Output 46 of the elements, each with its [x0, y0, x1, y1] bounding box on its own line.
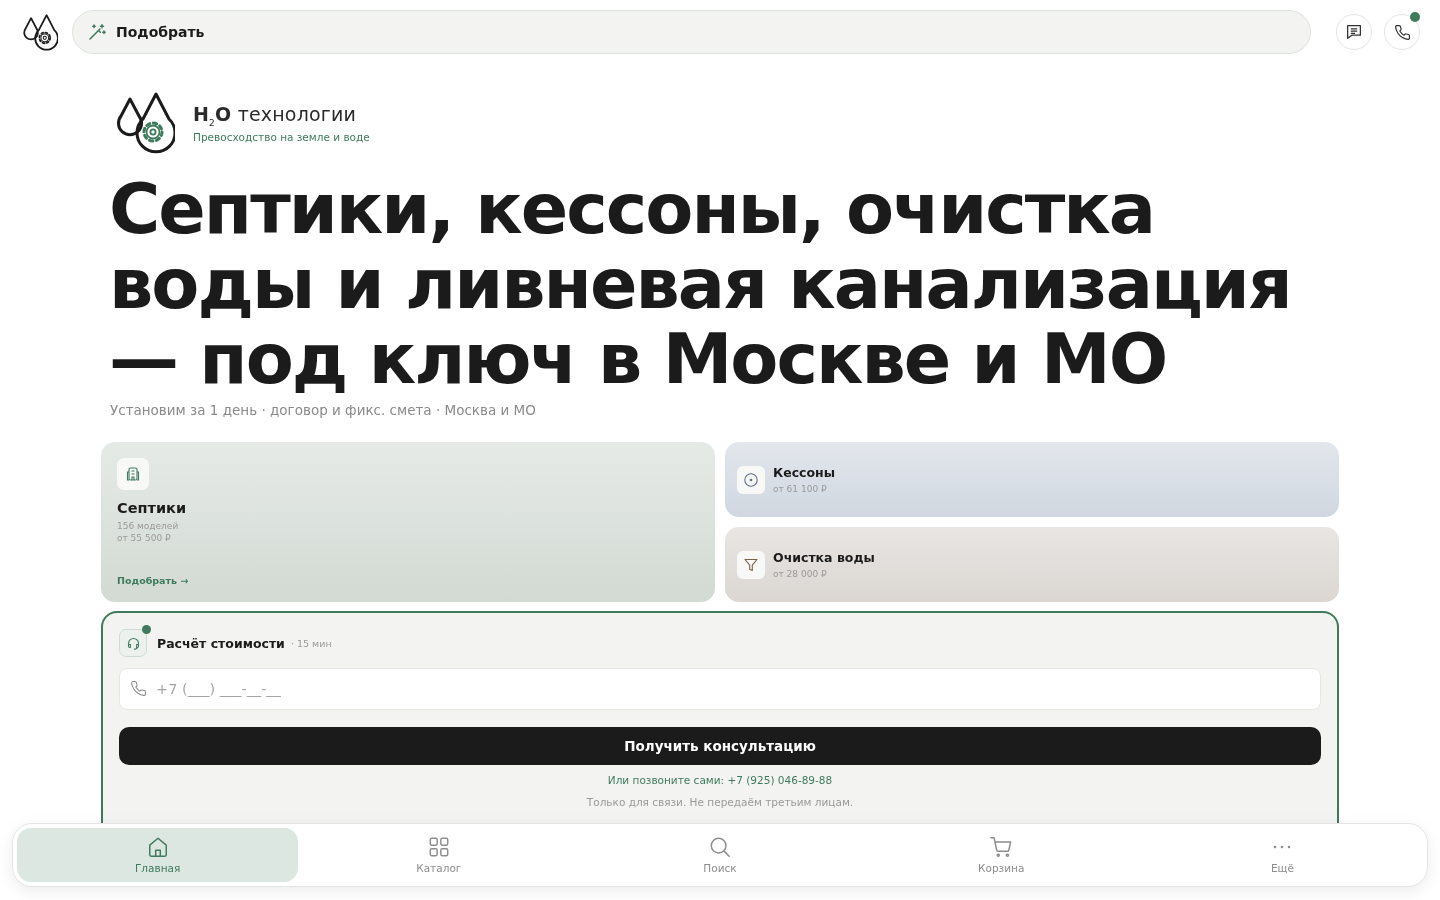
get-consultation-button[interactable]: Получить консультацию	[119, 727, 1321, 765]
category-card[interactable]: Септики 156 моделей от 55 500 ₽ Подобрать →	[101, 442, 715, 602]
price-text: от 61 100 ₽	[773, 482, 827, 495]
call-button[interactable]	[1384, 14, 1420, 50]
notification-dot-icon	[1410, 12, 1420, 22]
model-count: 156 моделей	[117, 520, 179, 532]
price-text: от 55 500 ₽	[117, 532, 171, 544]
brand-tagline: Превосходство на земле и воде	[193, 130, 370, 143]
nav-tab[interactable]: Корзина	[860, 828, 1142, 882]
hero-subtitle: Установим за 1 день · договор и фикс. смета · Москва и МО	[110, 401, 536, 419]
cart-icon	[990, 836, 1013, 858]
building-icon	[117, 458, 149, 490]
nav-tab[interactable]: Поиск	[579, 828, 861, 882]
category-title: Септики	[117, 500, 187, 516]
phone-input-field[interactable]: +7 (___) ___-__-__	[119, 668, 1321, 710]
filter-icon	[737, 550, 765, 579]
logo-icon	[22, 13, 58, 51]
call-prompt: Или позвоните сами:	[607, 774, 725, 786]
form-title: Расчёт стоимости	[157, 635, 285, 651]
phone-icon	[131, 681, 146, 696]
headset-icon	[119, 629, 147, 657]
home-icon	[146, 836, 169, 858]
brand-name: H$_{2}$O технологии	[193, 103, 358, 128]
dots-icon	[1273, 845, 1292, 849]
category-card[interactable]: Очистка воды от 28 000 ₽	[725, 527, 1339, 602]
category-card[interactable]: Кессоны от 61 100 ₽	[725, 442, 1339, 517]
category-title: Кессоны	[773, 464, 836, 480]
hero-headline: Септики, кессоны, очистка воды и ливневая канализация — под ключ в Москве и МО	[109, 172, 1292, 397]
privacy-note: Только для связи. Не передаём третьим лицам.	[586, 796, 854, 808]
price-text: от 28 000 ₽	[773, 567, 827, 580]
duration-text: · 15 мин	[290, 637, 332, 649]
target-icon	[737, 465, 765, 494]
grid-icon	[427, 836, 450, 858]
chat-button[interactable]	[1336, 14, 1372, 50]
pick-search-bar[interactable]: Подобрать	[72, 10, 1311, 54]
phone-icon	[1394, 24, 1410, 40]
nav-tab[interactable]: Каталог	[298, 828, 580, 882]
chat-icon	[1347, 25, 1361, 39]
category-title: Очистка воды	[773, 549, 875, 565]
nav-tab[interactable]: Главная	[17, 828, 299, 882]
pick-link[interactable]: Подобрать →	[117, 575, 189, 586]
search-icon	[709, 836, 731, 858]
nav-tab[interactable]: Ещё	[1141, 828, 1423, 882]
phone-number-link[interactable]: +7 (925) 046-89-88	[727, 774, 833, 786]
brand-logo-icon	[115, 92, 175, 154]
magic-wand-icon	[89, 24, 106, 40]
